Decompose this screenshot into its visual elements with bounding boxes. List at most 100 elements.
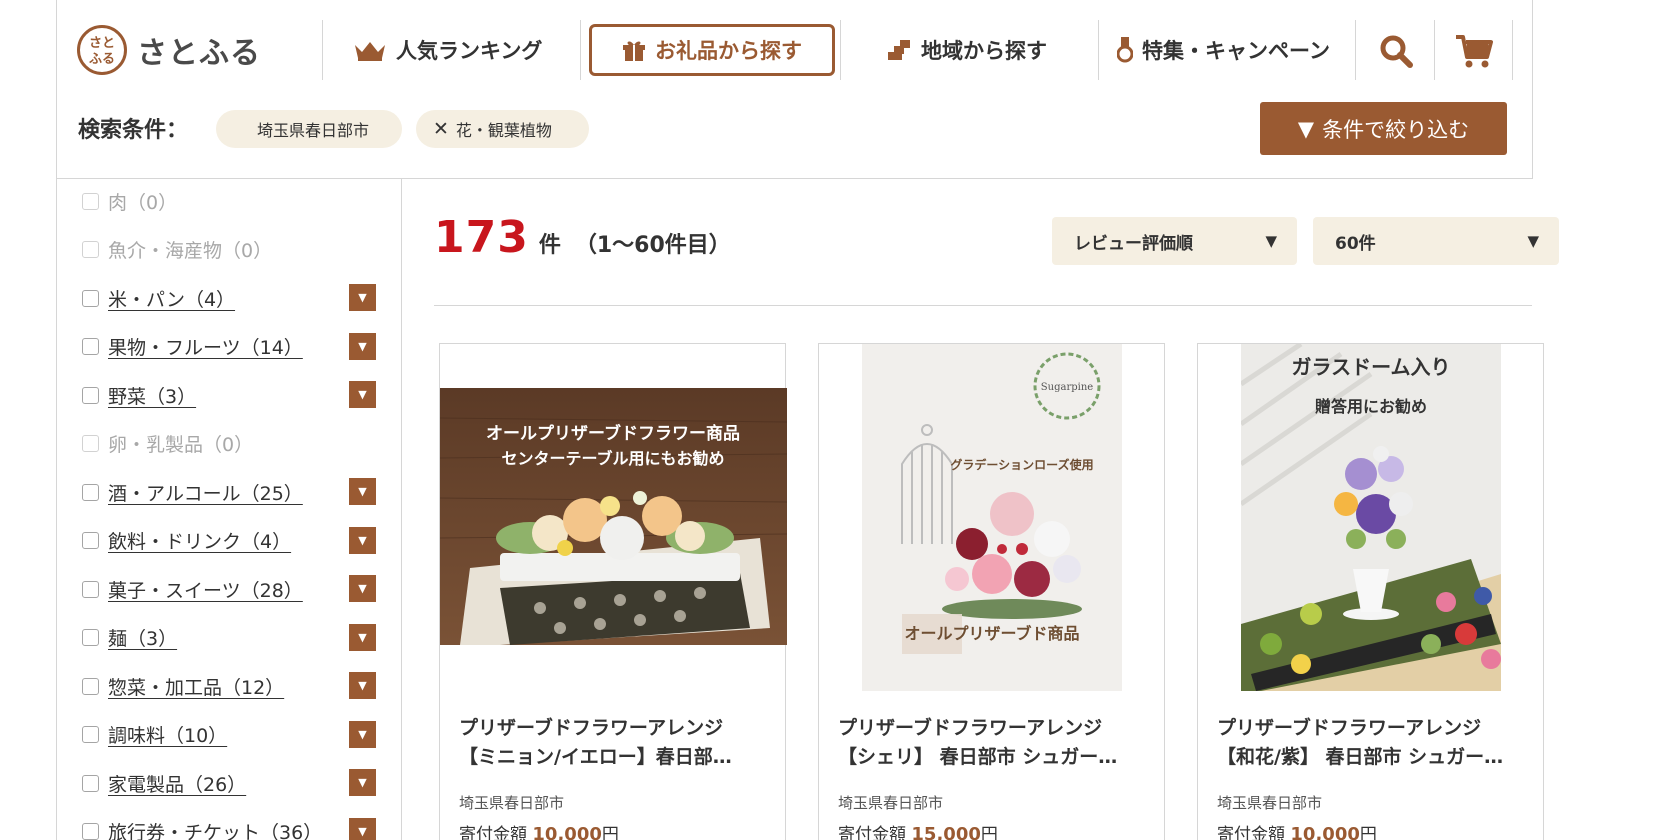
product-image[interactable]: Sugarpine グラデーションローズ使用 オールプリザーブド商品 <box>862 344 1122 691</box>
category-row[interactable]: 飲料・ドリンク（4） ▼ <box>82 526 382 556</box>
header-divider <box>56 178 1533 179</box>
category-checkbox[interactable] <box>82 677 99 695</box>
category-checkbox[interactable] <box>82 580 99 598</box>
chevron-down-icon: ▼ <box>1265 232 1277 250</box>
category-checkbox[interactable] <box>82 823 99 840</box>
category-label[interactable]: 菓子・スイーツ（28） <box>108 576 303 603</box>
remove-condition-icon[interactable]: ✕ <box>433 118 449 140</box>
condition-chip-label: 花・観葉植物 <box>455 121 552 140</box>
expand-subcategory-icon[interactable]: ▼ <box>349 720 376 748</box>
category-row[interactable]: 菓子・スイーツ（28） ▼ <box>82 574 382 604</box>
category-label[interactable]: 惣菜・加工品（12） <box>108 673 284 700</box>
price-amount: 15,000 <box>911 824 981 840</box>
price-label: 寄付金額 <box>1217 825 1291 840</box>
category-label[interactable]: 飲料・ドリンク（4） <box>108 527 291 554</box>
sort-select[interactable]: レビュー評価順 ▼ <box>1052 217 1297 265</box>
page-frame-left <box>56 0 57 840</box>
category-row[interactable]: 麺（3） ▼ <box>82 623 382 653</box>
logo-mark-icon: さと ふる <box>77 25 127 75</box>
condition-chip-category[interactable]: ✕ 花・観葉植物 <box>416 110 589 148</box>
product-card[interactable]: ガラスドーム入り 贈答用にお勧め プリザーブドフラワーアレンジ 【和花/紫】 春… <box>1197 343 1544 840</box>
expand-subcategory-icon[interactable]: ▼ <box>349 284 376 311</box>
category-row[interactable]: 惣菜・加工品（12） ▼ <box>82 671 382 701</box>
expand-subcategory-icon[interactable]: ▼ <box>349 817 376 840</box>
per-page-select-value: 60件 <box>1335 233 1376 254</box>
nav-ranking-label: 人気ランキング <box>396 39 543 63</box>
result-count-number: 173 <box>434 212 529 263</box>
product-price: 寄付金額 15,000円 <box>838 820 998 840</box>
category-checkbox[interactable] <box>82 386 99 404</box>
product-title[interactable]: プリザーブドフラワーアレンジ 【シェリ】 春日部市 シュガー… <box>838 714 1150 772</box>
filter-button[interactable]: ▼ 条件で絞り込む <box>1260 102 1507 155</box>
price-unit: 円 <box>980 825 998 840</box>
product-image-caption: オールプリザーブド商品 <box>904 624 1079 643</box>
nav-region[interactable]: 地域から探す <box>886 24 1047 76</box>
nav-gifts-label: お礼品から探す <box>655 39 802 63</box>
category-row[interactable]: 調味料（10） ▼ <box>82 720 382 750</box>
condition-chip-region[interactable]: 埼玉県春日部市 <box>216 110 402 148</box>
page-frame-right <box>1532 0 1533 179</box>
category-label: 卵・乳製品（0） <box>108 434 254 456</box>
result-count-unit: 件 <box>538 233 561 258</box>
category-label[interactable]: 酒・アルコール（25） <box>108 479 303 506</box>
category-checkbox[interactable] <box>82 774 99 792</box>
category-label[interactable]: 家電製品（26） <box>108 770 246 797</box>
category-checkbox[interactable] <box>82 483 99 501</box>
category-label: 魚介・海産物（0） <box>108 240 273 262</box>
product-title[interactable]: プリザーブドフラワーアレンジ 【和花/紫】 春日部市 シュガー… <box>1217 714 1529 772</box>
product-title-line: プリザーブドフラワーアレンジ <box>459 717 724 739</box>
site-logo[interactable]: さと ふる さとふる <box>77 25 261 75</box>
search-icon[interactable] <box>1378 33 1414 69</box>
category-label[interactable]: 旅行券・チケット（36） <box>108 818 322 840</box>
category-row[interactable]: 旅行券・チケット（36） ▼ <box>82 817 382 840</box>
category-checkbox <box>82 435 99 452</box>
expand-subcategory-icon[interactable]: ▼ <box>349 478 376 505</box>
category-label[interactable]: 果物・フルーツ（14） <box>108 333 303 360</box>
category-checkbox[interactable] <box>82 726 99 743</box>
category-row[interactable]: 野菜（3） ▼ <box>82 380 382 410</box>
category-checkbox <box>82 192 99 210</box>
svg-text:ふる: ふる <box>89 52 115 67</box>
nav-separator <box>840 20 841 80</box>
product-card[interactable]: Sugarpine グラデーションローズ使用 オールプリザーブド商品 プリザーブ… <box>818 343 1165 840</box>
category-row[interactable]: 家電製品（26） ▼ <box>82 768 382 798</box>
category-checkbox[interactable] <box>82 629 99 646</box>
category-row[interactable]: 酒・アルコール（25） ▼ <box>82 477 382 507</box>
category-checkbox[interactable] <box>82 532 99 549</box>
nav-features[interactable]: 特集・キャンペーン <box>1117 24 1330 76</box>
per-page-select[interactable]: 60件 ▼ <box>1313 217 1559 265</box>
expand-subcategory-icon[interactable]: ▼ <box>349 769 376 796</box>
nav-ranking[interactable]: 人気ランキング <box>353 24 542 76</box>
product-card[interactable]: オールプリザーブドフラワー商品 センターテーブル用にもお勧め プリザーブドフラワ… <box>439 343 787 840</box>
product-price: 寄付金額 10,000円 <box>459 820 619 840</box>
product-image[interactable]: オールプリザーブドフラワー商品 センターテーブル用にもお勧め <box>440 388 787 645</box>
results-divider <box>434 305 1532 306</box>
price-label: 寄付金額 <box>459 825 533 840</box>
category-label[interactable]: 米・パン（4） <box>108 285 235 312</box>
expand-subcategory-icon[interactable]: ▼ <box>349 526 376 554</box>
product-image-caption: ガラスドーム入り <box>1292 355 1451 379</box>
nav-separator <box>580 20 581 80</box>
result-range: （1～60件目） <box>574 233 731 258</box>
category-checkbox[interactable] <box>82 338 99 355</box>
category-row: 卵・乳製品（0） <box>82 429 382 459</box>
expand-subcategory-icon[interactable]: ▼ <box>349 381 376 408</box>
nav-features-label: 特集・キャンペーン <box>1142 39 1330 63</box>
cart-icon[interactable] <box>1455 33 1493 69</box>
product-title-line: プリザーブドフラワーアレンジ <box>1217 717 1482 739</box>
expand-subcategory-icon[interactable]: ▼ <box>349 623 376 651</box>
expand-subcategory-icon[interactable]: ▼ <box>349 332 376 360</box>
category-checkbox[interactable] <box>82 289 99 307</box>
category-row[interactable]: 果物・フルーツ（14） ▼ <box>82 332 382 362</box>
category-label[interactable]: 野菜（3） <box>108 382 196 409</box>
medal-icon <box>1117 37 1133 63</box>
expand-subcategory-icon[interactable]: ▼ <box>349 672 376 699</box>
category-row: 魚介・海産物（0） <box>82 235 382 265</box>
expand-subcategory-icon[interactable]: ▼ <box>349 575 376 602</box>
category-label[interactable]: 調味料（10） <box>108 721 227 748</box>
product-title[interactable]: プリザーブドフラワーアレンジ 【ミニョン/イエロー】春日部… <box>459 714 771 772</box>
product-image[interactable]: ガラスドーム入り 贈答用にお勧め <box>1241 344 1501 691</box>
nav-gifts[interactable]: お礼品から探す <box>589 24 835 76</box>
category-row[interactable]: 米・パン（4） ▼ <box>82 283 382 313</box>
category-label[interactable]: 麺（3） <box>108 624 177 651</box>
